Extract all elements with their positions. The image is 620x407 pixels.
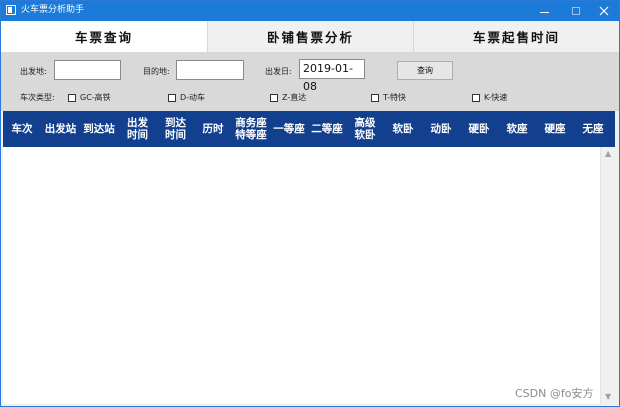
column-header[interactable]: 出发站 (41, 111, 80, 147)
from-label: 出发地: (20, 67, 47, 76)
column-header[interactable]: 商务座 特等座 (232, 111, 270, 147)
column-header[interactable]: 历时 (194, 111, 232, 147)
app-icon (6, 5, 16, 15)
column-header[interactable]: 到达站 (80, 111, 118, 147)
type-gc-label: GC-高铁 (80, 93, 111, 102)
column-header[interactable]: 无座 (574, 111, 612, 147)
column-header[interactable]: 动卧 (422, 111, 460, 147)
window-title: 火车票分析助手 (21, 5, 85, 15)
column-header[interactable]: 硬座 (536, 111, 574, 147)
date-input[interactable]: 2019-01-08 (299, 59, 365, 93)
column-header[interactable]: 车次 (3, 111, 41, 147)
checkbox-icon (270, 93, 278, 102)
query-form: 出发地: 目的地: 出发日: 2019-01-08 查询 车次类型: GC-高铁… (1, 53, 619, 111)
close-button[interactable] (589, 1, 619, 21)
maximize-icon (572, 7, 580, 15)
tab-ticket-query[interactable]: 车票查询 (1, 21, 208, 52)
type-t-checkbox[interactable]: T-特快 (371, 92, 406, 103)
minimize-button[interactable] (529, 1, 559, 21)
scroll-up-arrow-icon[interactable]: ▲ (605, 149, 611, 159)
type-d-checkbox[interactable]: D-动车 (168, 92, 205, 103)
tab-sale-start-time[interactable]: 车票起售时间 (414, 21, 619, 52)
tab-bar: 车票查询 卧铺售票分析 车票起售时间 (1, 21, 619, 53)
type-k-checkbox[interactable]: K-快速 (472, 92, 507, 103)
watermark: CSDN @fo安方 (515, 387, 594, 400)
results-table-body (3, 147, 600, 404)
train-type-label: 车次类型: (20, 93, 55, 102)
tab-sleeper-analysis[interactable]: 卧铺售票分析 (208, 21, 414, 52)
column-header[interactable]: 软座 (498, 111, 536, 147)
title-bar: 火车票分析助手 (1, 1, 619, 21)
column-header[interactable]: 二等座 (308, 111, 346, 147)
to-label: 目的地: (143, 67, 170, 76)
to-input[interactable] (176, 60, 244, 80)
query-button[interactable]: 查询 (397, 61, 453, 80)
scroll-down-arrow-icon[interactable]: ▼ (605, 392, 611, 402)
minimize-icon (539, 11, 549, 13)
checkbox-icon (168, 93, 176, 102)
vertical-scrollbar[interactable]: ▲ ▼ (600, 147, 617, 404)
checkbox-icon (68, 93, 76, 102)
maximize-button[interactable] (561, 1, 591, 21)
checkbox-icon (371, 93, 379, 102)
type-gc-checkbox[interactable]: GC-高铁 (68, 92, 111, 103)
type-t-label: T-特快 (383, 93, 407, 102)
close-icon (599, 6, 609, 16)
column-header[interactable]: 软卧 (384, 111, 422, 147)
column-header[interactable]: 一等座 (270, 111, 308, 147)
column-header[interactable]: 到达 时间 (157, 111, 194, 147)
column-header[interactable]: 硬卧 (460, 111, 498, 147)
type-k-label: K-快速 (484, 93, 508, 102)
checkbox-icon (472, 93, 480, 102)
from-input[interactable] (54, 60, 121, 80)
column-header[interactable]: 高级 软卧 (346, 111, 384, 147)
type-z-checkbox[interactable]: Z-直达 (270, 92, 306, 103)
column-header[interactable]: 出发 时间 (118, 111, 157, 147)
date-label: 出发日: (265, 67, 292, 76)
results-table-header: 车次 出发站 到达站 出发 时间 到达 时间 历时 商务座 特等座 一等座 二等… (3, 111, 615, 147)
type-z-label: Z-直达 (282, 93, 307, 102)
app-window: 火车票分析助手 车票查询 卧铺售票分析 车票起售时间 出发地: 目的地: 出发日… (0, 0, 620, 407)
type-d-label: D-动车 (180, 93, 206, 102)
